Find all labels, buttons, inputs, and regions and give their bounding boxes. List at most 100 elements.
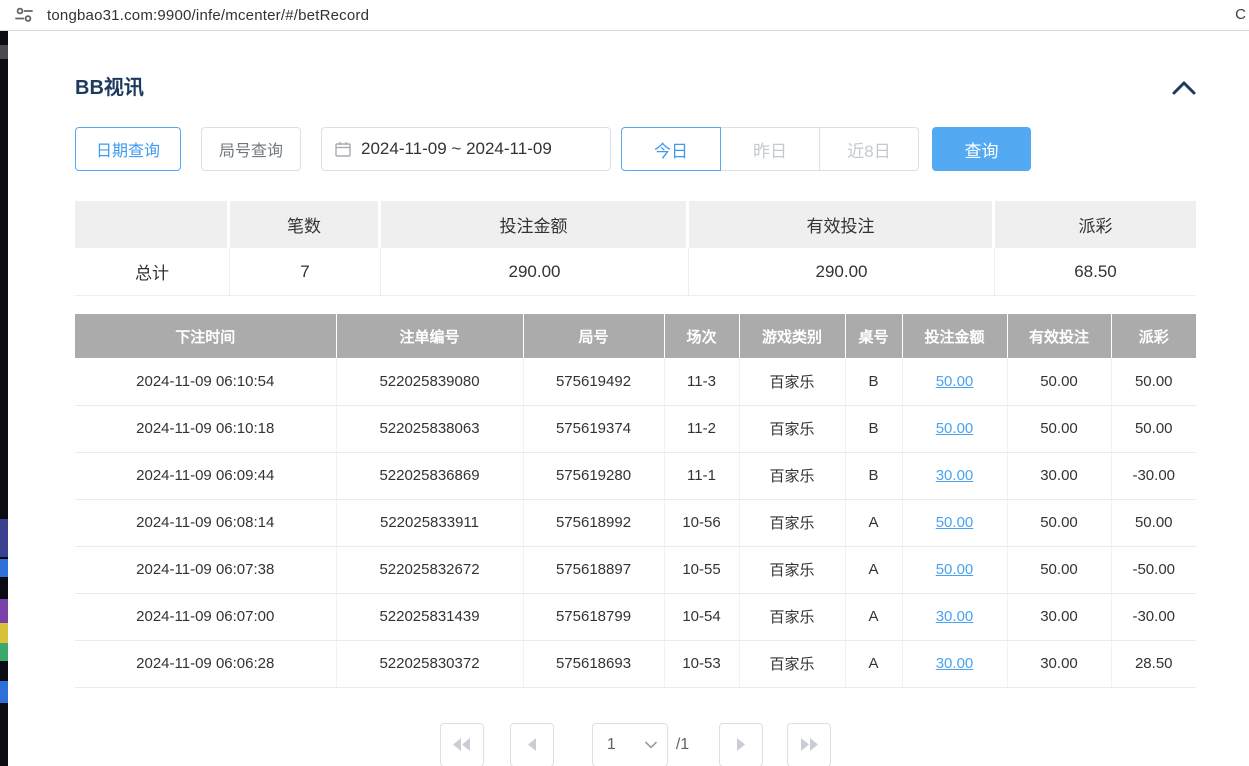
bet-amount-cell: 50.00 <box>902 546 1007 593</box>
panel-header: BB视讯 <box>75 75 1196 101</box>
game-type-cell: 百家乐 <box>739 452 845 499</box>
bet-no-cell: 522025833911 <box>336 499 523 546</box>
col-round-no: 局号 <box>523 314 664 358</box>
chevron-down-icon <box>645 736 657 754</box>
game-type-cell: 百家乐 <box>739 499 845 546</box>
bet-amount-link[interactable]: 50.00 <box>936 561 974 578</box>
summary-total-row: 总计 7 290.00 290.00 68.50 <box>75 248 1196 296</box>
table-no-cell: A <box>845 640 902 687</box>
col-table-no: 桌号 <box>845 314 902 358</box>
summary-count-value: 7 <box>230 248 381 296</box>
session-cell: 10-54 <box>664 593 739 640</box>
bet-no-cell: 522025830372 <box>336 640 523 687</box>
table-row: 2024-11-09 06:08:14 522025833911 5756189… <box>75 499 1196 546</box>
bet-record-panel: BB视讯 日期查询 局号查询 2024-1 <box>8 31 1249 766</box>
game-type-cell: 百家乐 <box>739 358 845 405</box>
url-text[interactable]: tongbao31.com:9900/infe/mcenter/#/betRec… <box>47 7 369 24</box>
valid-bet-cell: 30.00 <box>1007 593 1111 640</box>
chevron-right-icon <box>736 738 746 751</box>
first-page-button[interactable] <box>440 723 484 766</box>
payout-cell: 50.00 <box>1111 499 1196 546</box>
bet-amount-link[interactable]: 50.00 <box>936 420 974 437</box>
double-chevron-right-icon <box>800 738 818 751</box>
session-cell: 10-53 <box>664 640 739 687</box>
bet-amount-link[interactable]: 50.00 <box>936 514 974 531</box>
payout-cell: -50.00 <box>1111 546 1196 593</box>
round-no-cell: 575618992 <box>523 499 664 546</box>
summary-header-blank <box>75 201 230 248</box>
session-cell: 11-1 <box>664 452 739 499</box>
bet-no-cell: 522025836869 <box>336 452 523 499</box>
round-no-cell: 575619374 <box>523 405 664 452</box>
table-row: 2024-11-09 06:06:28 522025830372 5756186… <box>75 640 1196 687</box>
col-valid-bet: 有效投注 <box>1007 314 1111 358</box>
bet-amount-link[interactable]: 50.00 <box>936 373 974 390</box>
bet-amount-link[interactable]: 30.00 <box>936 655 974 672</box>
date-range-value: 2024-11-09 ~ 2024-11-09 <box>361 139 552 159</box>
page-select[interactable]: 1 <box>592 723 668 766</box>
game-type-cell: 百家乐 <box>739 640 845 687</box>
total-pages-label: /1 <box>676 736 689 754</box>
bet-no-cell: 522025831439 <box>336 593 523 640</box>
bet-amount-link[interactable]: 30.00 <box>936 467 974 484</box>
payout-cell: 28.50 <box>1111 640 1196 687</box>
valid-bet-cell: 50.00 <box>1007 358 1111 405</box>
bet-amount-cell: 30.00 <box>902 452 1007 499</box>
bet-time-cell: 2024-11-09 06:10:54 <box>75 358 336 405</box>
table-no-cell: A <box>845 546 902 593</box>
game-type-cell: 百家乐 <box>739 593 845 640</box>
bet-amount-cell: 50.00 <box>902 358 1007 405</box>
col-payout: 派彩 <box>1111 314 1196 358</box>
bet-amount-cell: 50.00 <box>902 405 1007 452</box>
bet-time-cell: 2024-11-09 06:07:38 <box>75 546 336 593</box>
game-type-cell: 百家乐 <box>739 405 845 452</box>
summary-header-bet-amount: 投注金额 <box>381 201 689 248</box>
summary-header-count: 笔数 <box>230 201 381 248</box>
round-query-button[interactable]: 局号查询 <box>201 127 301 171</box>
summary-valid-bet-value: 290.00 <box>689 248 995 296</box>
next-page-button[interactable] <box>719 723 763 766</box>
double-chevron-left-icon <box>453 738 471 751</box>
last-page-button[interactable] <box>787 723 831 766</box>
table-no-cell: A <box>845 499 902 546</box>
quick-range-group: 今日 昨日 近8日 <box>621 127 919 171</box>
summary-bet-amount-value: 290.00 <box>381 248 689 296</box>
records-header-row: 下注时间 注单编号 局号 场次 游戏类别 桌号 投注金额 有效投注 派彩 <box>75 314 1196 358</box>
round-no-cell: 575618799 <box>523 593 664 640</box>
last-8-days-button[interactable]: 近8日 <box>819 127 919 171</box>
bet-time-cell: 2024-11-09 06:09:44 <box>75 452 336 499</box>
bet-records-table: 下注时间 注单编号 局号 场次 游戏类别 桌号 投注金额 有效投注 派彩 202… <box>75 314 1196 688</box>
bet-no-cell: 522025838063 <box>336 405 523 452</box>
game-type-cell: 百家乐 <box>739 546 845 593</box>
bet-amount-cell: 50.00 <box>902 499 1007 546</box>
chevron-up-icon[interactable] <box>1172 81 1196 95</box>
col-bet-no: 注单编号 <box>336 314 523 358</box>
site-settings-icon[interactable] <box>14 5 34 25</box>
prev-page-button[interactable] <box>510 723 554 766</box>
browser-address-bar: tongbao31.com:9900/infe/mcenter/#/betRec… <box>0 0 1249 31</box>
bet-time-cell: 2024-11-09 06:06:28 <box>75 640 336 687</box>
date-range-input[interactable]: 2024-11-09 ~ 2024-11-09 <box>321 127 611 171</box>
search-button[interactable]: 查询 <box>932 127 1031 171</box>
summary-total-label: 总计 <box>75 248 230 296</box>
col-bet-time: 下注时间 <box>75 314 336 358</box>
valid-bet-cell: 50.00 <box>1007 405 1111 452</box>
browser-bar-right-fragment: C <box>1235 6 1246 23</box>
today-button[interactable]: 今日 <box>621 127 721 171</box>
bet-time-cell: 2024-11-09 06:10:18 <box>75 405 336 452</box>
table-row: 2024-11-09 06:07:00 522025831439 5756187… <box>75 593 1196 640</box>
table-no-cell: B <box>845 405 902 452</box>
table-no-cell: B <box>845 358 902 405</box>
date-query-button[interactable]: 日期查询 <box>75 127 181 171</box>
yesterday-button[interactable]: 昨日 <box>720 127 820 171</box>
valid-bet-cell: 30.00 <box>1007 452 1111 499</box>
valid-bet-cell: 30.00 <box>1007 640 1111 687</box>
summary-payout-value: 68.50 <box>995 248 1196 296</box>
bet-amount-link[interactable]: 30.00 <box>936 608 974 625</box>
table-row: 2024-11-09 06:10:18 522025838063 5756193… <box>75 405 1196 452</box>
session-cell: 11-2 <box>664 405 739 452</box>
col-bet-amount: 投注金额 <box>902 314 1007 358</box>
summary-header-payout: 派彩 <box>995 201 1196 248</box>
page-title: BB视讯 <box>75 75 144 101</box>
round-no-cell: 575618897 <box>523 546 664 593</box>
